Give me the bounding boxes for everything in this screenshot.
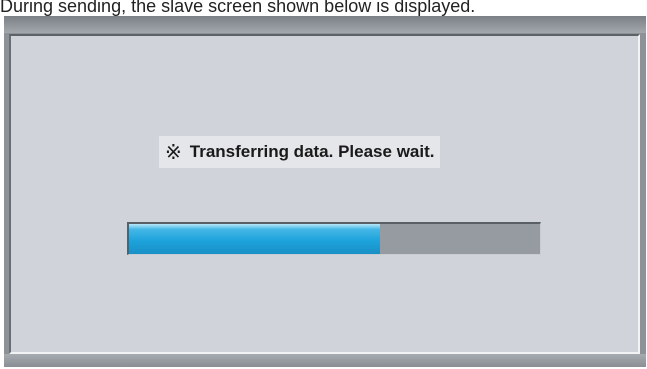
progress-bar (127, 222, 541, 255)
caption-text: During sending, the slave screen shown b… (0, 0, 476, 16)
transfer-message-text: Transferring data. Please wait. (189, 142, 435, 161)
progress-bar-fill (129, 224, 380, 254)
slave-screen: ※ Transferring data. Please wait. (4, 16, 646, 367)
reference-mark-icon: ※ (165, 140, 182, 164)
screen-bottom-bezel (4, 354, 646, 367)
transfer-dialog: ※ Transferring data. Please wait. (9, 34, 640, 354)
screen-top-bezel (4, 16, 646, 33)
transfer-message: ※ Transferring data. Please wait. (159, 136, 441, 168)
